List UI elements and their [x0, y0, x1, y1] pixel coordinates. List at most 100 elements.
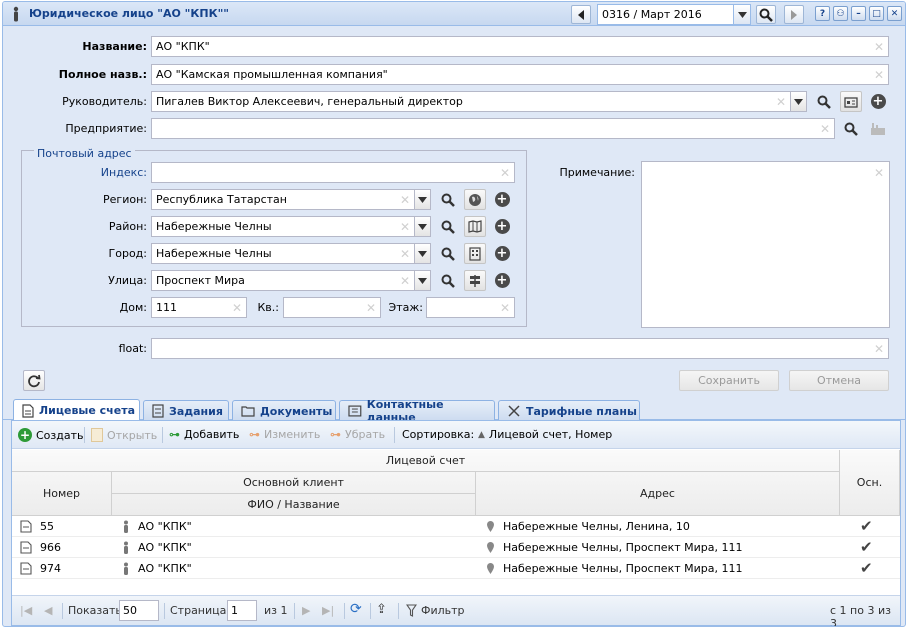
edit-button[interactable]: ⊶ Изменить [249, 428, 320, 441]
first-page-icon[interactable]: |◀ [20, 604, 32, 617]
table-row[interactable]: 974 АО "КПК" Набережные Челны, Проспект … [12, 558, 900, 579]
page-size-input[interactable]: 50 [119, 600, 159, 621]
add-button[interactable]: ⊶ Добавить [169, 428, 239, 441]
index-input[interactable]: ✕ [151, 162, 515, 183]
tab-documents[interactable]: Документы [232, 400, 336, 421]
chevron-down-icon[interactable] [733, 5, 750, 24]
clear-icon[interactable]: ✕ [874, 40, 884, 54]
save-button[interactable]: Сохранить [679, 370, 779, 391]
close-button[interactable]: ✕ [887, 6, 902, 21]
head-dropdown-trigger[interactable] [790, 91, 807, 112]
table-row[interactable]: 55 АО "КПК" Набережные Челны, Ленина, 10… [12, 516, 900, 537]
binoculars-button[interactable]: ⚇ [833, 6, 848, 21]
street-search-button[interactable] [437, 270, 459, 291]
minimize-button[interactable]: – [851, 6, 866, 21]
table-row[interactable]: 966 АО "КПК" Набережные Челны, Проспект … [12, 537, 900, 558]
street-label: Улица: [108, 274, 147, 287]
tab-tariffs[interactable]: Тарифные планы [498, 400, 640, 421]
region-search-button[interactable] [437, 189, 459, 210]
district-add-button[interactable]: + [491, 216, 513, 237]
column-header-main[interactable]: Осн. [840, 450, 900, 516]
open-button[interactable]: Открыть [91, 428, 157, 442]
clear-icon[interactable]: ✕ [874, 342, 884, 356]
district-combo[interactable]: Набережные Челны ✕ [151, 216, 415, 237]
map-icon [468, 220, 482, 233]
note-textarea[interactable]: ✕ [641, 161, 890, 328]
clear-icon[interactable]: ✕ [500, 301, 510, 315]
plus-circle-icon: + [18, 428, 32, 442]
fullname-input[interactable]: АО "Камская промышленная компания" ✕ [151, 64, 889, 85]
help-button[interactable]: ? [815, 6, 830, 21]
city-combo[interactable]: Набережные Челны ✕ [151, 243, 415, 264]
maximize-button[interactable]: □ [869, 6, 884, 21]
clear-icon[interactable]: ✕ [500, 166, 510, 180]
street-add-button[interactable]: + [491, 270, 513, 291]
page-number-input[interactable]: 1 [227, 600, 257, 621]
column-header-address[interactable]: Адрес [476, 472, 840, 516]
head-card-button[interactable] [840, 91, 862, 112]
district-dropdown-trigger[interactable] [414, 216, 431, 237]
region-globe-button[interactable] [464, 189, 486, 210]
clear-icon[interactable]: ✕ [400, 220, 410, 234]
region-add-button[interactable]: + [491, 189, 513, 210]
tab-tasks[interactable]: Задания [143, 400, 229, 421]
clear-icon[interactable]: ✕ [232, 301, 242, 315]
head-add-button[interactable]: + [867, 91, 889, 112]
house-input[interactable]: 111 ✕ [151, 297, 247, 318]
clear-icon[interactable]: ✕ [776, 95, 786, 109]
city-dropdown-trigger[interactable] [414, 243, 431, 264]
sort-value[interactable]: ▲ Лицевой счет, Номер [478, 428, 612, 441]
city-building-button[interactable] [464, 243, 486, 264]
prev-page-icon[interactable]: ◀ [44, 604, 52, 617]
street-signpost-button[interactable] [464, 270, 486, 291]
clear-icon[interactable]: ✕ [400, 193, 410, 207]
city-add-button[interactable]: + [491, 243, 513, 264]
document-icon [22, 403, 34, 418]
head-label: Руководитель: [62, 95, 147, 108]
period-search-button[interactable] [756, 5, 776, 24]
toolbar-separator [62, 603, 63, 619]
floor-input[interactable]: ✕ [426, 297, 515, 318]
head-combo[interactable]: Пигалев Виктор Алексеевич, генеральный д… [151, 91, 791, 112]
column-header-client-name[interactable]: ФИО / Название [112, 494, 476, 516]
enterprise-input[interactable]: ✕ [151, 118, 835, 139]
remove-button[interactable]: ⊶ Убрать [330, 428, 385, 441]
create-button[interactable]: + Создать [18, 428, 84, 442]
apt-input[interactable]: ✕ [283, 297, 381, 318]
tab-contacts[interactable]: Контактные данные [339, 398, 495, 424]
clear-icon[interactable]: ✕ [820, 122, 830, 136]
street-dropdown-trigger[interactable] [414, 270, 431, 291]
district-search-button[interactable] [437, 216, 459, 237]
region-combo[interactable]: Республика Татарстан ✕ [151, 189, 415, 210]
clear-icon[interactable]: ✕ [874, 166, 884, 180]
refresh-button[interactable] [23, 370, 45, 391]
next-period-button[interactable] [784, 5, 804, 24]
prev-period-button[interactable] [571, 5, 591, 24]
cancel-button[interactable]: Отмена [789, 370, 889, 391]
export-icon[interactable]: ⇪ [376, 602, 387, 617]
district-map-button[interactable] [464, 216, 486, 237]
filter-button[interactable]: Фильтр [406, 604, 465, 617]
fullname-label: Полное назв.: [58, 68, 147, 81]
clear-icon[interactable]: ✕ [400, 247, 410, 261]
column-header-number[interactable]: Номер [12, 472, 112, 516]
street-combo[interactable]: Проспект Мира ✕ [151, 270, 415, 291]
period-select[interactable]: 0316 / Март 2016 [597, 4, 751, 25]
plus-circle-icon: + [494, 246, 510, 261]
enterprise-search-button[interactable] [840, 118, 862, 139]
reload-icon[interactable]: ⟳ [350, 601, 362, 617]
float-input[interactable]: ✕ [151, 338, 889, 359]
district-label: Район: [108, 220, 147, 233]
name-input[interactable]: АО "КПК" ✕ [151, 36, 889, 57]
clear-icon[interactable]: ✕ [400, 274, 410, 288]
clear-icon[interactable]: ✕ [874, 68, 884, 82]
head-search-button[interactable] [813, 91, 835, 112]
plus-circle-icon: + [494, 192, 510, 207]
tab-accounts[interactable]: Лицевые счета [13, 399, 140, 421]
last-page-icon[interactable]: ▶| [322, 604, 334, 617]
enterprise-factory-button[interactable] [867, 118, 889, 139]
next-page-icon[interactable]: ▶ [302, 604, 310, 617]
city-search-button[interactable] [437, 243, 459, 264]
clear-icon[interactable]: ✕ [366, 301, 376, 315]
region-dropdown-trigger[interactable] [414, 189, 431, 210]
